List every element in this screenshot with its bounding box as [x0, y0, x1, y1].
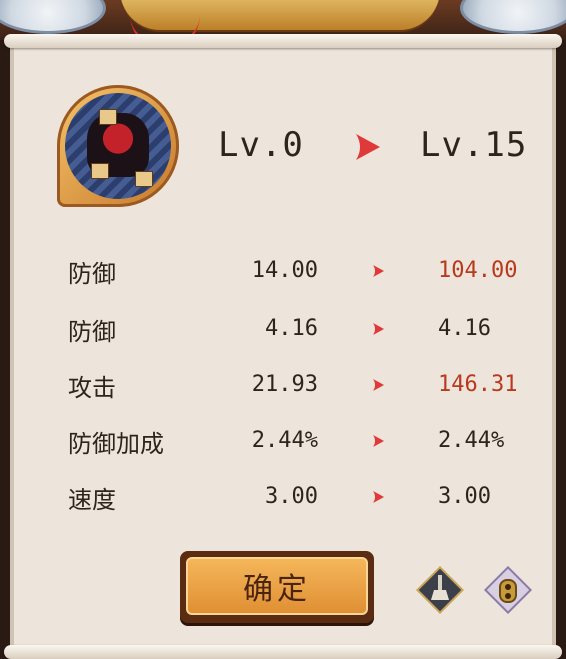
confirm-button[interactable]: 确定: [180, 551, 374, 623]
scroll-rod-top: [4, 34, 562, 48]
stat-row: 攻击 21.93 146.31: [0, 368, 566, 404]
stat-label: 攻击: [68, 374, 116, 402]
avatar-charm: [91, 163, 109, 179]
confirm-button-label: 确定: [186, 557, 368, 615]
broom-icon[interactable]: [416, 566, 464, 614]
level-from: Lv.0: [218, 125, 304, 165]
stat-label: 防御: [68, 318, 116, 346]
stat-new-value: 104.00: [438, 258, 518, 283]
soul-avatar: [57, 85, 179, 207]
stat-old-value: 4.16: [265, 316, 318, 341]
stat-row: 防御加成 2.44% 2.44%: [0, 424, 566, 460]
level-to: Lv.15: [420, 125, 528, 165]
stat-new-value: 2.44%: [438, 428, 505, 453]
stat-label: 速度: [68, 486, 116, 514]
stat-new-value: 4.16: [438, 316, 491, 341]
stat-old-value: 14.00: [251, 258, 318, 283]
stat-old-value: 2.44%: [251, 428, 318, 453]
stat-label: 防御加成: [68, 430, 164, 458]
level-arrow-icon: [356, 134, 380, 160]
scroll-rod-bottom: [4, 645, 562, 659]
avatar-charm: [99, 109, 117, 125]
stat-new-value: 3.00: [438, 484, 491, 509]
stat-arrow-icon: [373, 265, 384, 277]
soul-avatar-image: [65, 93, 171, 199]
stat-old-value: 21.93: [251, 372, 318, 397]
stat-arrow-icon: [373, 435, 384, 447]
stat-arrow-icon: [373, 379, 384, 391]
stat-label: 防御: [68, 260, 116, 288]
stat-old-value: 3.00: [265, 484, 318, 509]
stat-new-value: 146.31: [438, 372, 518, 397]
stat-row: 防御 4.16 4.16: [0, 312, 566, 348]
stat-arrow-icon: [373, 323, 384, 335]
stat-arrow-icon: [373, 491, 384, 503]
stat-row: 防御 14.00 104.00: [0, 254, 566, 290]
stat-row: 速度 3.00 3.00: [0, 480, 566, 516]
avatar-charm: [135, 171, 153, 187]
lock-icon[interactable]: [484, 566, 532, 614]
